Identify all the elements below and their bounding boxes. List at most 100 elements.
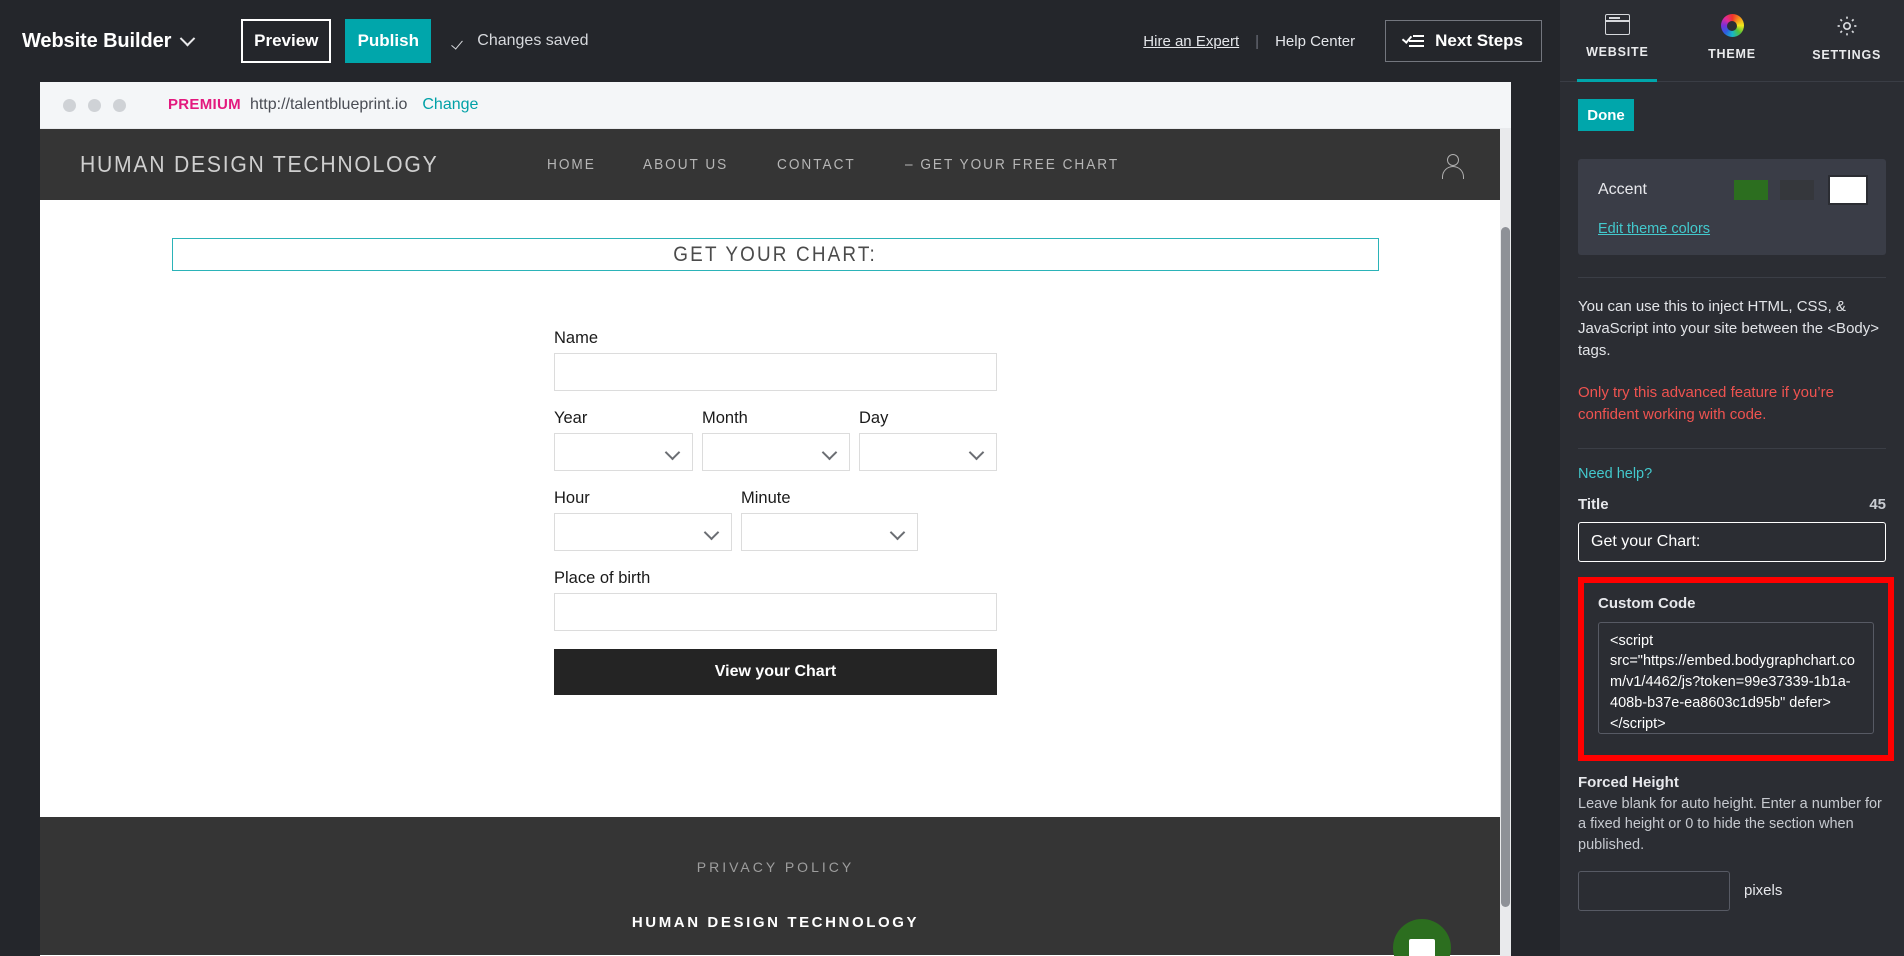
forced-height-description: Leave blank for auto height. Enter a num… <box>1578 795 1882 854</box>
name-input[interactable] <box>554 353 997 391</box>
accent-label: Accent <box>1598 181 1647 198</box>
place-field: Place of birth <box>554 569 997 631</box>
app-root: Website Builder Preview Publish Changes … <box>0 0 1904 956</box>
title-label: Title <box>1578 495 1609 513</box>
panel-body: You can use this to inject HTML, CSS, & … <box>1560 277 1904 911</box>
site-logo[interactable]: HUMAN DESIGN TECHNOLOGY <box>80 151 438 178</box>
window-dots-icon <box>63 98 126 112</box>
title-char-counter: 45 <box>1869 495 1886 513</box>
help-center-link[interactable]: Help Center <box>1275 33 1355 50</box>
page-title: GET YOUR CHART: <box>673 242 878 266</box>
gear-icon <box>1835 14 1859 38</box>
hour-select[interactable] <box>554 513 732 551</box>
year-field: Year <box>554 409 693 471</box>
footer-brand: HUMAN DESIGN TECHNOLOGY <box>631 914 920 931</box>
year-select[interactable] <box>554 433 693 471</box>
date-row: Year Month Day <box>554 409 997 471</box>
month-field: Month <box>702 409 850 471</box>
forced-height-row: pixels <box>1578 870 1886 911</box>
nav-item-about-us[interactable]: ABOUT US <box>643 157 728 173</box>
minute-select[interactable] <box>741 513 918 551</box>
accent-swatch-dark[interactable] <box>1780 180 1814 200</box>
hour-label: Hour <box>554 489 590 507</box>
next-steps-button[interactable]: Next Steps <box>1385 20 1542 62</box>
canvas-scrollbar[interactable] <box>1500 129 1511 956</box>
user-icon[interactable] <box>1441 153 1464 179</box>
custom-code-label: Custom Code <box>1598 594 1696 612</box>
publish-button[interactable]: Publish <box>345 19 432 63</box>
tab-theme-label: THEME <box>1708 47 1756 61</box>
year-label: Year <box>554 409 588 427</box>
changes-saved-status: Changes saved <box>453 32 588 50</box>
canvas-scrollbar-thumb[interactable] <box>1501 227 1510 907</box>
minute-label: Minute <box>741 489 791 507</box>
tab-theme[interactable]: THEME <box>1675 0 1790 82</box>
changes-saved-label: Changes saved <box>477 32 589 49</box>
place-of-birth-label: Place of birth <box>554 569 651 587</box>
accent-card: Accent Edit theme colors <box>1578 159 1886 255</box>
edit-theme-colors-link[interactable]: Edit theme colors <box>1598 221 1710 237</box>
window-icon <box>1604 14 1630 35</box>
tab-website-label: WEBSITE <box>1586 45 1649 59</box>
site-url: http://talentblueprint.io <box>249 96 408 113</box>
custom-code-warning-text: Only try this advanced feature if you’re… <box>1578 384 1834 423</box>
site-footer: PRIVACY POLICY HUMAN DESIGN TECHNOLOGY <box>40 817 1511 956</box>
preview-button[interactable]: Preview <box>241 19 332 63</box>
toolbar-divider: | <box>1255 32 1260 50</box>
nav-item-get-your-free-chart[interactable]: – GET YOUR FREE CHART <box>905 157 1119 173</box>
need-help-link[interactable]: Need help? <box>1578 466 1652 482</box>
get-your-chart-heading[interactable]: GET YOUR CHART: <box>172 238 1379 271</box>
next-steps-label: Next Steps <box>1435 31 1523 50</box>
website-builder-label: Website Builder <box>22 29 172 52</box>
chat-bubble-icon[interactable] <box>1393 919 1451 956</box>
panel-divider-mid <box>1578 447 1886 449</box>
done-button[interactable]: Done <box>1578 99 1634 131</box>
website-builder-menu[interactable]: Website Builder <box>22 29 196 53</box>
tab-website[interactable]: WEBSITE <box>1560 0 1675 82</box>
title-field-header: Title 45 <box>1578 496 1886 513</box>
day-field: Day <box>859 409 997 471</box>
hire-an-expert-link[interactable]: Hire an Expert <box>1143 33 1239 50</box>
day-select[interactable] <box>859 433 997 471</box>
top-toolbar-right: Hire an Expert | Help Center Next Steps <box>1143 20 1560 62</box>
custom-code-help-text: You can use this to inject HTML, CSS, & … <box>1578 298 1880 359</box>
checklist-icon <box>1404 33 1425 49</box>
accent-swatch-white-selected[interactable] <box>1828 175 1868 205</box>
custom-code-textarea[interactable]: <script src="https://embed.bodygraphchar… <box>1598 621 1874 734</box>
site-body: GET YOUR CHART: Name Year Month Day Hour… <box>40 200 1511 817</box>
custom-code-highlight-box: Custom Code <script src="https://embed.b… <box>1578 576 1894 761</box>
change-url-link[interactable]: Change <box>422 96 478 114</box>
browser-chrome-bar: PREMIUM http://talentblueprint.io Change <box>40 82 1511 129</box>
name-label: Name <box>554 329 599 347</box>
tab-settings[interactable]: SETTINGS <box>1789 0 1904 82</box>
forced-height-input[interactable] <box>1578 870 1730 911</box>
forced-height-units: pixels <box>1744 882 1783 900</box>
accent-swatch-green[interactable] <box>1734 180 1768 200</box>
month-select[interactable] <box>702 433 850 471</box>
chevron-down-icon <box>180 30 196 46</box>
panel-content: Done Accent Edit theme colors You can us… <box>1560 82 1904 956</box>
accent-row: Accent <box>1598 175 1868 205</box>
forced-height-label: Forced Height <box>1578 773 1679 791</box>
nav-item-home[interactable]: HOME <box>547 157 596 173</box>
url-bar: PREMIUM http://talentblueprint.io Change <box>168 96 478 114</box>
view-your-chart-button[interactable]: View your Chart <box>554 649 997 695</box>
tab-settings-label: SETTINGS <box>1812 48 1882 62</box>
time-row: Hour Minute <box>554 489 997 551</box>
month-label: Month <box>702 409 748 427</box>
place-of-birth-input[interactable] <box>554 593 997 631</box>
color-wheel-icon <box>1720 14 1744 37</box>
top-toolbar: Website Builder Preview Publish Changes … <box>0 0 1560 82</box>
site-preview-canvas: PREMIUM http://talentblueprint.io Change… <box>40 82 1511 956</box>
premium-badge: PREMIUM <box>168 96 241 113</box>
right-panel: WEBSITE THEME SETTINGS Done Accent Edit … <box>1560 0 1904 956</box>
chart-form: Name Year Month Day Hour Minute Place of… <box>554 329 997 695</box>
check-icon <box>453 35 468 48</box>
title-input[interactable] <box>1578 521 1886 562</box>
day-label: Day <box>859 409 889 427</box>
hour-field: Hour <box>554 489 732 551</box>
privacy-policy-link[interactable]: PRIVACY POLICY <box>697 859 854 875</box>
nav-item-contact[interactable]: CONTACT <box>777 157 856 173</box>
panel-divider-top <box>1578 277 1886 278</box>
site-navigation: HOME ABOUT US CONTACT – GET YOUR FREE CH… <box>547 157 1133 173</box>
